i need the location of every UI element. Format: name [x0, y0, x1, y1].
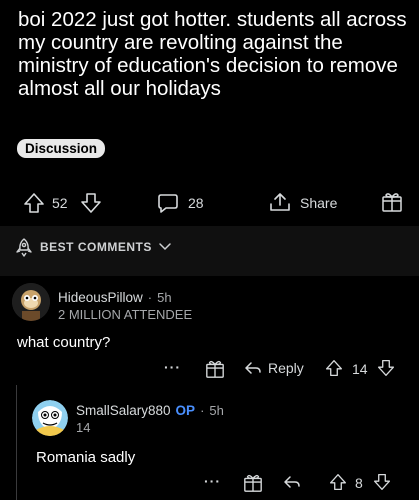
- post-comment-count: 28: [188, 195, 204, 211]
- comment-time: 5h: [209, 403, 224, 418]
- downvote-icon[interactable]: [80, 192, 102, 214]
- op-badge: OP: [175, 403, 196, 418]
- more-options-icon[interactable]: ···: [204, 473, 221, 489]
- comment-header: HideousPillow · 5h: [58, 290, 172, 305]
- share-label[interactable]: Share: [300, 195, 337, 211]
- separator: ·: [200, 403, 205, 418]
- upvote-icon[interactable]: [329, 473, 347, 491]
- comment-sort-dropdown[interactable]: BEST COMMENTS: [14, 237, 172, 257]
- user-flair: 14: [76, 420, 91, 435]
- post-flair[interactable]: Discussion: [17, 139, 106, 158]
- downvote-icon[interactable]: [377, 359, 395, 377]
- user-flair: 2 MILLION ATTENDEE: [58, 307, 193, 322]
- avatar[interactable]: [12, 283, 50, 321]
- comment-score: 14: [352, 361, 368, 377]
- separator: ·: [147, 290, 153, 305]
- comment-body: Romania sadly: [36, 449, 136, 466]
- post-score: 52: [52, 195, 68, 211]
- sort-label: BEST COMMENTS: [40, 240, 152, 254]
- award-icon[interactable]: [381, 191, 403, 213]
- reply-label: Reply: [268, 360, 304, 376]
- comment-header: SmallSalary880 OP · 5h: [76, 403, 224, 418]
- downvote-icon[interactable]: [373, 473, 391, 491]
- comment-username[interactable]: SmallSalary880: [76, 403, 171, 418]
- comment-username[interactable]: HideousPillow: [58, 290, 143, 305]
- chevron-down-icon: [158, 242, 172, 252]
- comment-bubble-icon[interactable]: [157, 192, 179, 214]
- comment-time: 5h: [157, 290, 172, 305]
- post-title: boi 2022 just got hotter. students all a…: [18, 8, 407, 100]
- upvote-icon[interactable]: [325, 359, 343, 377]
- avatar[interactable]: [32, 400, 68, 436]
- thread-line[interactable]: [16, 385, 17, 500]
- award-icon[interactable]: [205, 359, 225, 379]
- reply-button[interactable]: Reply: [244, 360, 304, 376]
- reply-icon: [245, 362, 261, 374]
- award-icon[interactable]: [243, 473, 263, 493]
- upvote-icon[interactable]: [23, 192, 45, 214]
- share-icon[interactable]: [268, 191, 292, 213]
- post-action-bar: 52 28 Share: [0, 188, 419, 218]
- rocket-icon: [14, 237, 34, 257]
- more-options-icon[interactable]: ···: [164, 359, 181, 375]
- comment-body: what country?: [17, 334, 111, 351]
- reply-icon[interactable]: [283, 474, 301, 490]
- comment-score: 8: [355, 475, 363, 491]
